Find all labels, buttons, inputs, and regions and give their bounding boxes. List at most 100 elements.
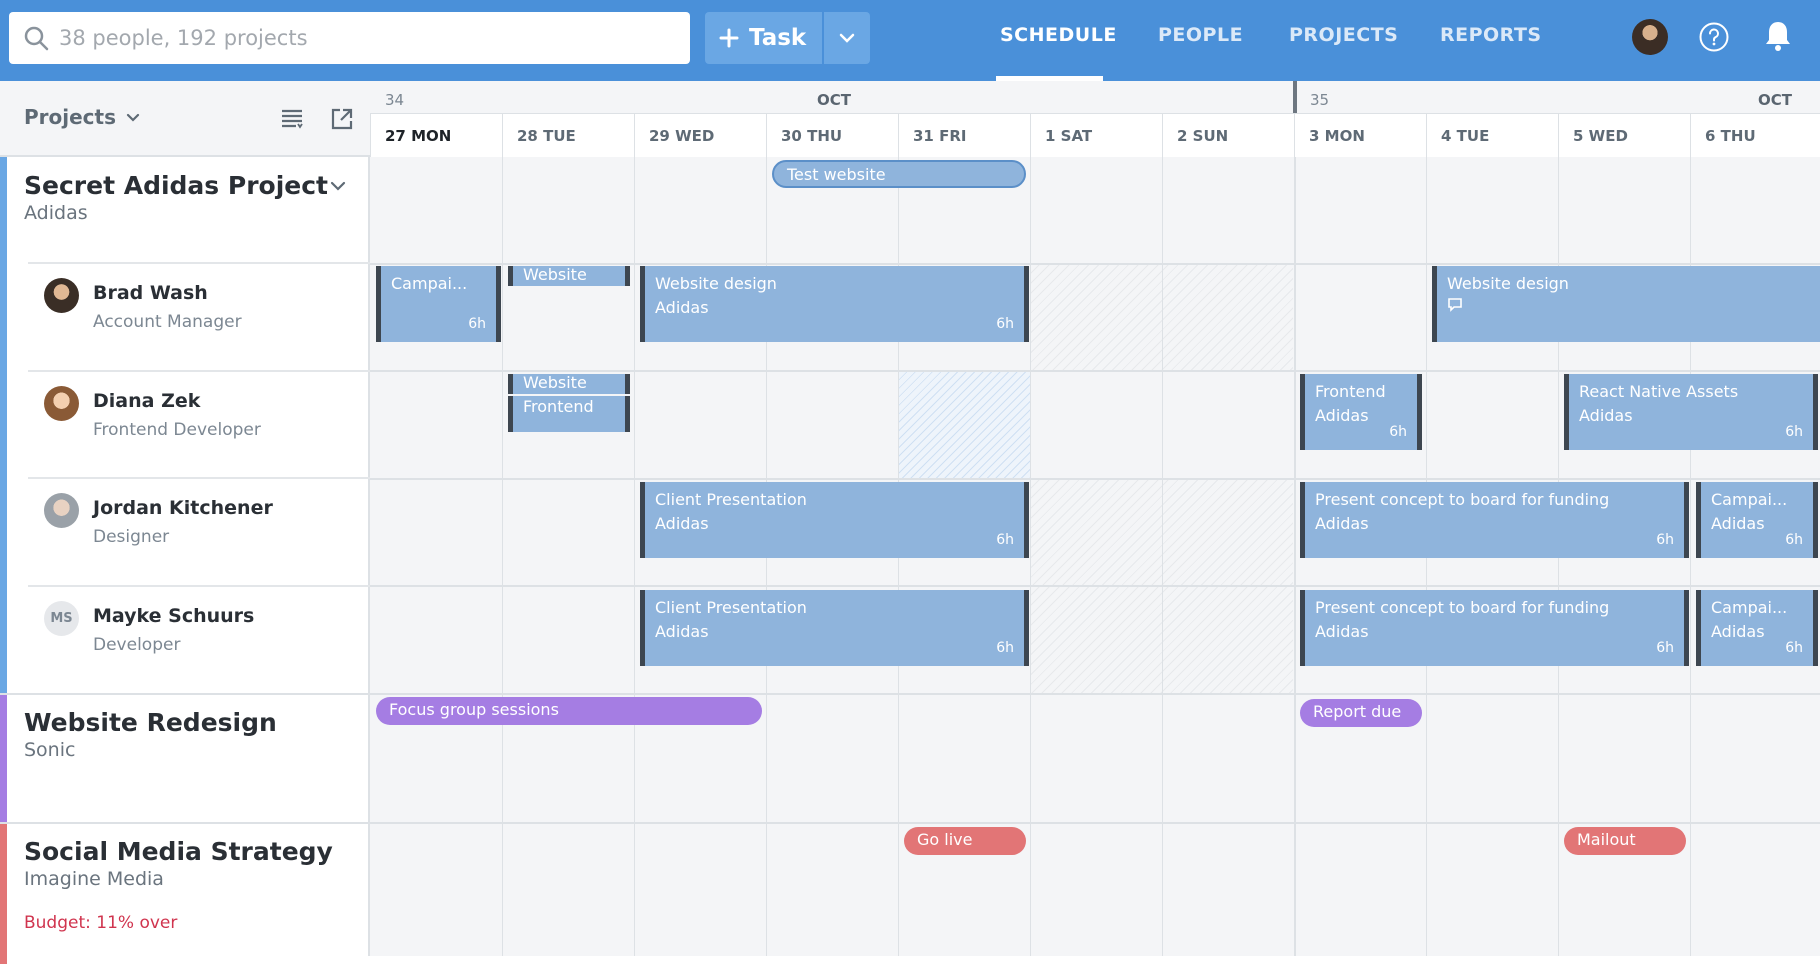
person-row[interactable]: Diana Zek Frontend Developer <box>28 370 370 477</box>
task-block[interactable]: Campai... 6h <box>376 266 501 342</box>
project-name[interactable]: Website Redesign <box>24 708 277 737</box>
collapse-chevron-icon[interactable] <box>330 181 346 191</box>
person-name: Jordan Kitchener <box>93 497 273 519</box>
schedule-grid: 34 OCT 35 OCT 27 MON 28 TUE 29 WED 30 TH… <box>370 81 1820 956</box>
task-title: React Native Assets <box>1579 382 1739 401</box>
task-options-dropdown[interactable] <box>824 12 870 64</box>
person-role: Account Manager <box>93 312 242 332</box>
project-name[interactable]: Social Media Strategy <box>24 837 333 866</box>
search-icon <box>24 26 49 51</box>
task-block[interactable]: Website design <box>1432 266 1820 342</box>
divider <box>0 693 370 695</box>
tab-schedule[interactable]: SCHEDULE <box>1000 24 1117 46</box>
day-header[interactable]: 28 TUE <box>502 113 634 157</box>
project-color-bar <box>0 695 7 823</box>
person-name: Mayke Schuurs <box>93 605 255 627</box>
grid-line <box>370 478 1820 480</box>
tab-people[interactable]: PEOPLE <box>1158 24 1243 46</box>
task-title: Website design <box>1447 274 1569 293</box>
tab-reports[interactable]: REPORTS <box>1440 24 1542 46</box>
task-block[interactable]: Website <box>508 374 630 394</box>
person-role: Designer <box>93 527 170 547</box>
top-navigation-bar: Task SCHEDULE PEOPLE PROJECTS REPORTS <box>0 0 1820 81</box>
user-avatar[interactable] <box>1632 19 1668 55</box>
task-title: Website <box>523 374 587 392</box>
add-task-label: Task <box>749 25 807 51</box>
task-block[interactable]: Frontend <box>508 396 630 432</box>
grid-line <box>1030 157 1031 956</box>
project-client: Imagine Media <box>24 868 164 890</box>
add-task-button[interactable]: Task <box>705 12 822 64</box>
person-name: Brad Wash <box>93 282 208 304</box>
milestone-event[interactable]: Report due <box>1300 699 1422 727</box>
projects-dropdown[interactable]: Projects <box>24 105 140 129</box>
task-block[interactable]: Campai... Adidas 6h <box>1696 482 1818 558</box>
task-block[interactable]: Frontend Adidas 6h <box>1300 374 1422 450</box>
search-input[interactable] <box>59 12 679 64</box>
task-client: Adidas <box>655 622 709 641</box>
comment-icon <box>1448 298 1462 312</box>
grid-line <box>1162 157 1163 956</box>
week-number: 34 <box>385 91 405 109</box>
milestone-event[interactable]: Mailout <box>1564 827 1686 855</box>
day-header[interactable]: 27 MON <box>370 113 502 157</box>
task-block[interactable]: Campai... Adidas 6h <box>1696 590 1818 666</box>
task-title: Present concept to board for funding <box>1315 490 1610 509</box>
day-header[interactable]: 1 SAT <box>1030 113 1162 157</box>
person-row[interactable]: Brad Wash Account Manager <box>28 262 370 369</box>
task-title: Campai... <box>1711 490 1788 509</box>
task-block[interactable]: Client Presentation Adidas 6h <box>640 590 1029 666</box>
task-hours: 6h <box>1785 424 1803 440</box>
grid-line <box>370 585 1820 587</box>
milestone-event[interactable]: Focus group sessions <box>376 697 762 725</box>
milestone-event[interactable]: Test website <box>772 160 1026 188</box>
task-hours: 6h <box>1656 532 1674 548</box>
chevron-down-icon <box>839 33 855 43</box>
search-box[interactable] <box>9 12 690 64</box>
task-title: Client Presentation <box>655 598 807 617</box>
task-title: Campai... <box>1711 598 1788 617</box>
task-block[interactable]: Website <box>508 266 630 286</box>
task-title: Frontend <box>523 397 594 416</box>
bell-icon[interactable] <box>1763 19 1793 53</box>
task-block[interactable]: Present concept to board for funding Adi… <box>1300 482 1689 558</box>
day-header[interactable]: 3 MON <box>1294 113 1426 157</box>
task-block[interactable]: Present concept to board for funding Adi… <box>1300 590 1689 666</box>
task-client: Adidas <box>1579 406 1633 425</box>
person-name: Diana Zek <box>93 390 201 412</box>
help-icon[interactable] <box>1698 21 1730 53</box>
day-header[interactable]: 31 FRI <box>898 113 1030 157</box>
task-block[interactable]: Client Presentation Adidas 6h <box>640 482 1029 558</box>
person-row[interactable]: MS Mayke Schuurs Developer <box>28 585 370 692</box>
day-header[interactable]: 6 THU <box>1690 113 1820 157</box>
day-header[interactable]: 29 WED <box>634 113 766 157</box>
project-name[interactable]: Secret Adidas Project <box>24 171 328 200</box>
day-header[interactable]: 5 WED <box>1558 113 1690 157</box>
task-title: Present concept to board for funding <box>1315 598 1610 617</box>
day-header[interactable]: 30 THU <box>766 113 898 157</box>
task-title: Frontend <box>1315 382 1386 401</box>
grid-line <box>1294 157 1296 956</box>
list-view-icon[interactable] <box>280 107 304 131</box>
task-block[interactable]: React Native Assets Adidas 6h <box>1564 374 1818 450</box>
tab-projects[interactable]: PROJECTS <box>1289 24 1398 46</box>
task-client: Adidas <box>655 298 709 317</box>
task-title: Website <box>523 266 587 284</box>
task-block[interactable]: Website design Adidas 6h <box>640 266 1029 342</box>
grid-line <box>634 157 635 956</box>
day-header[interactable]: 2 SUN <box>1162 113 1294 157</box>
project-client: Adidas <box>24 202 88 224</box>
milestone-event[interactable]: Go live <box>904 827 1026 855</box>
avatar <box>44 278 79 313</box>
project-color-bar <box>0 157 7 694</box>
budget-status: Budget: 11% over <box>24 913 178 933</box>
project-client: Sonic <box>24 739 76 761</box>
day-header[interactable]: 4 TUE <box>1426 113 1558 157</box>
person-row[interactable]: Jordan Kitchener Designer <box>28 477 370 584</box>
task-title: Client Presentation <box>655 490 807 509</box>
grid-line <box>370 370 1820 372</box>
project-color-bar <box>0 824 7 964</box>
export-icon[interactable] <box>330 107 354 131</box>
avatar <box>44 493 79 528</box>
sidebar-header: Projects <box>0 81 370 157</box>
